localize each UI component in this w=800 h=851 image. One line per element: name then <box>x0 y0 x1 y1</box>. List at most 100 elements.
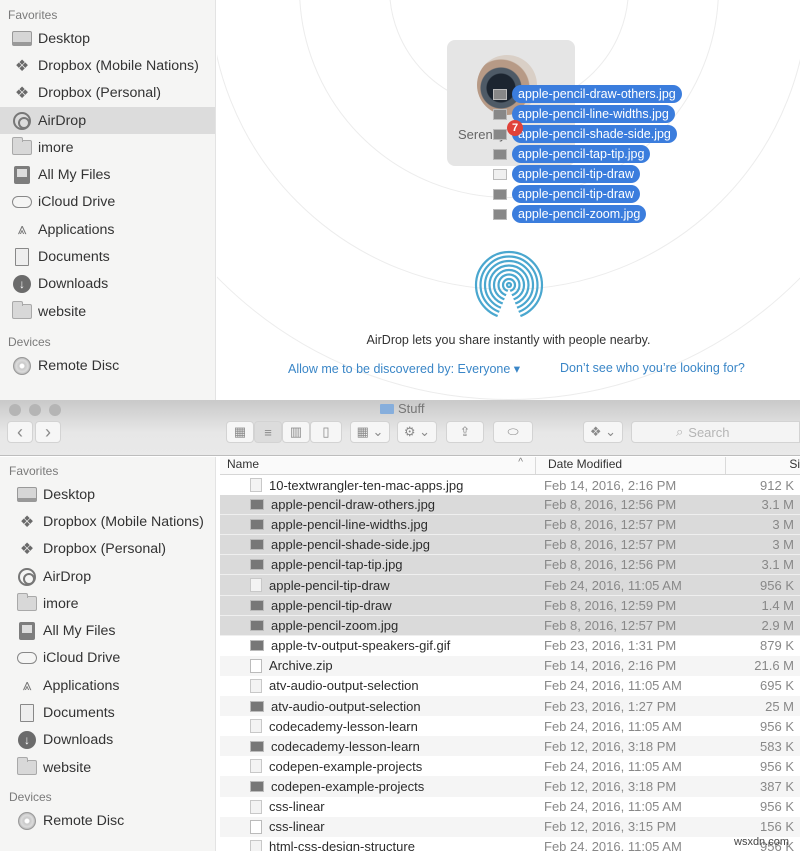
sidebar-item-dropbox-personal[interactable]: ❖ Dropbox (Personal) <box>0 536 215 563</box>
sidebar-item-dropbox-mobile-nations[interactable]: ❖ Dropbox (Mobile Nations) <box>0 508 215 535</box>
file-row[interactable]: css-linear Feb 24, 2016, 11:05 AM 956 K <box>220 797 800 817</box>
sidebar-item-all-my-files[interactable]: All My Files <box>0 617 215 644</box>
file-size: 956 K <box>760 718 794 734</box>
dropbox-icon: ❖ <box>14 57 30 75</box>
sidebar-item-airdrop[interactable]: AirDrop <box>0 106 215 135</box>
file-row[interactable]: codecademy-lesson-learn Feb 12, 2016, 3:1… <box>220 736 800 757</box>
devices-header: Devices <box>8 335 51 350</box>
date-column-header[interactable]: Date Modified <box>536 457 726 474</box>
sidebar-item-website[interactable]: website <box>0 754 215 781</box>
sidebar-item-label: Downloads <box>43 732 114 749</box>
tags-button[interactable]: ⬭ <box>493 421 533 443</box>
sidebar-item-label: imore <box>43 595 79 612</box>
file-row[interactable]: atv-audio-output-selection Feb 23, 2016, … <box>220 696 800 717</box>
favorites-header: Favorites <box>9 464 59 478</box>
file-row[interactable]: codepen-example-projects Feb 24, 2016, 11… <box>220 756 800 776</box>
close-button[interactable] <box>9 404 21 416</box>
back-button[interactable]: ‹ <box>7 421 33 443</box>
file-row[interactable]: apple-pencil-tip-draw Feb 24, 2016, 11:05… <box>220 575 800 596</box>
help-link[interactable]: Don’t see who you’re looking for? <box>560 361 745 375</box>
action-button[interactable]: ⚙ ⌄ <box>397 421 437 443</box>
file-date: Feb 8, 2016, 12:56 PM <box>544 557 677 573</box>
sidebar-item-all-my-files[interactable]: All My Files <box>0 161 215 188</box>
grid-icon: ▦ <box>233 424 247 439</box>
file-row[interactable]: apple-pencil-zoom.jpg Feb 8, 2016, 12:57 … <box>220 615 800 636</box>
file-date: Feb 24, 2016, 11:05 AM <box>544 577 682 593</box>
file-row[interactable]: apple-pencil-shade-side.jpg Feb 8, 2016, … <box>220 535 800 556</box>
sidebar-item-documents[interactable]: Documents <box>0 699 215 726</box>
column-view-button[interactable]: ▥ <box>282 421 310 443</box>
sidebar-item-icloud-drive[interactable]: iCloud Drive <box>0 189 215 216</box>
cover-flow-button[interactable]: ▯ <box>310 421 342 443</box>
image-thumbnail-icon <box>250 539 264 551</box>
sidebar-item-remote-disc[interactable]: Remote Disc <box>0 352 215 379</box>
image-thumbnail-icon <box>250 519 264 531</box>
dragged-file: apple-pencil-tip-draw <box>493 164 682 184</box>
file-date: Feb 8, 2016, 12:59 PM <box>544 597 677 613</box>
sidebar-item-dropbox-mobile-nations[interactable]: ❖ Dropbox (Mobile Nations) <box>0 52 215 79</box>
document-icon <box>250 839 262 851</box>
sidebar-item-website[interactable]: website <box>0 298 215 325</box>
file-row[interactable]: apple-tv-output-speakers-gif.gif Feb 23, … <box>220 636 800 656</box>
file-size: 3 M <box>772 517 794 533</box>
dropbox-icon: ❖ <box>19 541 35 559</box>
sidebar-item-imore[interactable]: imore <box>0 134 215 161</box>
search-input[interactable]: ⌕ Search <box>631 421 800 443</box>
name-column-header[interactable]: Name ^ <box>220 457 536 474</box>
dropbox-icon: ❖ ⌄ <box>589 424 617 439</box>
sidebar-item-desktop[interactable]: Desktop <box>0 25 215 52</box>
file-row[interactable]: apple-pencil-tap-tip.jpg Feb 8, 2016, 12:… <box>220 555 800 576</box>
file-date: Feb 24, 2016, 11:05 AM <box>544 799 682 815</box>
finder-window: Stuff ‹ › ▦ ≡ ▥ ▯ ▦ ⌄ ⚙ ⌄ ⇪ ⬭ ❖ ⌄ ⌕ Sear… <box>0 400 800 851</box>
sidebar-item-applications[interactable]: ⩓ Applications <box>0 216 215 243</box>
sidebar-item-airdrop[interactable]: AirDrop <box>0 563 215 590</box>
document-icon <box>250 799 262 814</box>
list-view-button[interactable]: ≡ <box>254 421 282 443</box>
file-row[interactable]: apple-pencil-draw-others.jpg Feb 8, 2016,… <box>220 495 800 516</box>
icon-view-button[interactable]: ▦ <box>226 421 254 443</box>
sidebar-item-applications[interactable]: ⩓ Applications <box>0 672 215 699</box>
sidebar-item-icloud-drive[interactable]: iCloud Drive <box>0 645 215 672</box>
file-date: Feb 24, 2016, 11:05 AM <box>544 678 682 694</box>
sidebar-item-downloads[interactable]: ↓ Downloads <box>0 727 215 754</box>
sidebar-item-label: AirDrop <box>38 112 87 129</box>
file-row[interactable]: codecademy-lesson-learn Feb 24, 2016, 11:… <box>220 716 800 736</box>
file-row[interactable]: apple-pencil-tip-draw Feb 8, 2016, 12:59 … <box>220 595 800 616</box>
list-icon: ≡ <box>264 424 272 440</box>
file-row[interactable]: Archive.zip Feb 14, 2016, 2:16 PM 21.6 M <box>220 655 800 676</box>
file-row[interactable]: html-css-design-structure Feb 24, 2016, 1… <box>220 837 800 851</box>
sort-ascending-icon: ^ <box>518 457 523 468</box>
file-row[interactable]: apple-pencil-line-widths.jpg Feb 8, 2016,… <box>220 515 800 536</box>
sidebar-item-desktop[interactable]: Desktop <box>0 481 215 508</box>
arrange-button[interactable]: ▦ ⌄ <box>350 421 390 443</box>
file-name: codepen-example-projects <box>271 778 425 794</box>
share-button[interactable]: ⇪ <box>446 421 484 443</box>
file-date: Feb 14, 2016, 2:16 PM <box>544 477 677 493</box>
file-thumbnail-icon <box>493 168 507 180</box>
image-thumbnail-icon <box>250 499 264 511</box>
file-row[interactable]: atv-audio-output-selection Feb 24, 2016, … <box>220 676 800 696</box>
sidebar-item-label: Dropbox (Personal) <box>43 541 167 558</box>
arrange-icon: ▦ ⌄ <box>356 424 384 439</box>
file-name: apple-tv-output-speakers-gif.gif <box>271 638 451 654</box>
sidebar-item-documents[interactable]: Documents <box>0 243 215 270</box>
downloads-icon: ↓ <box>12 275 32 294</box>
file-size: 21.6 M <box>754 658 794 674</box>
folder-icon <box>12 137 32 157</box>
sidebar-item-label: Applications <box>43 677 120 694</box>
sidebar-item-imore[interactable]: imore <box>0 590 215 617</box>
file-name: apple-pencil-tip-draw <box>271 597 392 613</box>
zoom-button[interactable] <box>49 404 61 416</box>
sidebar-item-downloads[interactable]: ↓ Downloads <box>0 271 215 298</box>
sidebar-item-label: Remote Disc <box>43 812 125 829</box>
discoverability-dropdown[interactable]: Allow me to be discovered by: Everyone ▾ <box>288 361 520 376</box>
sidebar-item-remote-disc[interactable]: Remote Disc <box>0 807 215 834</box>
minimize-button[interactable] <box>29 404 41 416</box>
file-row[interactable]: codepen-example-projects Feb 12, 2016, 3:… <box>220 776 800 797</box>
forward-button[interactable]: › <box>35 421 61 443</box>
file-row[interactable]: 10-textwrangler-ten-mac-apps.jpg Feb 14, … <box>220 475 800 495</box>
sidebar-item-dropbox-personal[interactable]: ❖ Dropbox (Personal) <box>0 80 215 107</box>
dropbox-button[interactable]: ❖ ⌄ <box>583 421 623 443</box>
file-row[interactable]: css-linear Feb 12, 2016, 3:15 PM 156 K <box>220 816 800 837</box>
size-column-header[interactable]: Si <box>726 457 800 474</box>
